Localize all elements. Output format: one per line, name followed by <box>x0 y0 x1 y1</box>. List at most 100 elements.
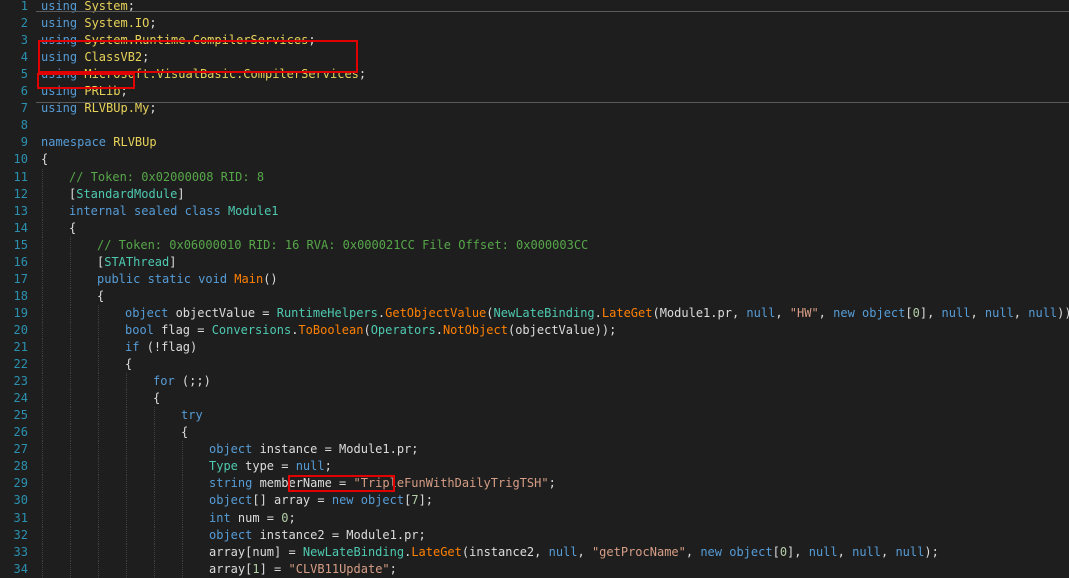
code-token: , <box>1013 305 1029 320</box>
code-line[interactable]: 2 using System.IO; <box>0 15 1069 32</box>
code-text: array[1] = "CLVB11Update"; <box>209 561 397 578</box>
line-number: 6 <box>20 84 28 99</box>
code-line[interactable]: 25 try <box>0 407 1069 425</box>
code-line[interactable]: 33 array[num] = NewLateBinding.LateGet(in… <box>0 543 1069 561</box>
code-token: ; <box>149 16 157 31</box>
line-number: 9 <box>20 135 28 150</box>
indent-guide <box>42 356 43 374</box>
line-number: 14 <box>13 220 28 235</box>
code-token: { <box>97 288 105 303</box>
code-line[interactable]: 17 public static void Main() <box>0 270 1069 288</box>
indent-guide <box>42 339 43 356</box>
line-number: 11 <box>13 169 28 184</box>
code-line[interactable]: 11 // Token: 0x02000008 RID: 8 <box>0 168 1069 186</box>
code-token: // Token: 0x02000008 RID: 8 <box>69 169 265 184</box>
code-line[interactable]: 28 Type type = null; <box>0 458 1069 476</box>
code-token: (;;) <box>181 374 211 389</box>
code-token: num = <box>237 510 282 525</box>
indent-guide <box>98 543 99 561</box>
indent-guide <box>70 253 71 271</box>
code-line[interactable]: 31 int num = 0; <box>0 509 1069 527</box>
indent-guide <box>98 356 99 374</box>
line-number: 23 <box>13 374 28 389</box>
code-line[interactable]: 16 [STAThread] <box>0 253 1069 271</box>
code-token: , <box>685 544 701 559</box>
code-line[interactable]: 30 object[] array = new object[7]; <box>0 492 1069 510</box>
code-token: type = <box>245 459 296 474</box>
code-token: )); <box>1057 305 1069 320</box>
indent-guide <box>182 492 183 510</box>
code-text: object[] array = new object[7]; <box>209 492 433 509</box>
code-token: ], <box>919 305 942 320</box>
code-token: NotObject <box>442 322 508 337</box>
indent-guide <box>42 253 43 271</box>
separator-line <box>36 102 1069 103</box>
code-token: (instance2, <box>461 544 549 559</box>
indent-guide <box>154 458 155 476</box>
separator-line <box>36 11 1069 12</box>
code-token: Type <box>209 459 246 474</box>
code-editor[interactable]: 1 using System; 2 using System.IO; 3 using Sy… <box>0 0 1069 578</box>
code-line[interactable]: 19 object objectValue = RuntimeHelpers. Ge… <box>0 304 1069 322</box>
code-line[interactable]: 34 array[1] = "CLVB11Update"; <box>0 560 1069 578</box>
indent-guide <box>154 526 155 544</box>
indent-guide <box>98 424 99 442</box>
code-token: { <box>153 391 161 406</box>
indent-guide <box>98 560 99 578</box>
code-line[interactable]: 9 namespace RLVBUp <box>0 134 1069 151</box>
code-line[interactable]: 21 if (!flag) <box>0 339 1069 356</box>
line-number: 34 <box>13 561 28 576</box>
code-token: for <box>153 374 182 389</box>
code-token: Conversions <box>211 322 292 337</box>
line-number: 10 <box>13 152 28 167</box>
code-line[interactable]: 24 { <box>0 390 1069 408</box>
code-text: [STAThread] <box>97 254 177 271</box>
code-line[interactable]: 18 { <box>0 287 1069 305</box>
indent-guide <box>70 543 71 561</box>
line-number: 28 <box>13 459 28 474</box>
code-line[interactable]: 26 { <box>0 424 1069 442</box>
indent-guide <box>42 202 43 220</box>
code-token: null <box>808 544 838 559</box>
indent-guide <box>98 373 99 391</box>
code-token: // Token: 0x06000010 RID: 16 RVA: 0x0000… <box>97 237 589 252</box>
line-number: 33 <box>13 544 28 559</box>
code-token: object <box>209 527 260 542</box>
indent-guide <box>42 321 43 339</box>
line-number: 32 <box>13 527 28 542</box>
code-token: ; <box>389 561 397 576</box>
line-number: 4 <box>20 50 28 65</box>
indent-guide <box>126 560 127 578</box>
line-number: 13 <box>13 203 28 218</box>
code-token: new object <box>700 544 773 559</box>
code-line[interactable]: 12 [StandardModule] <box>0 185 1069 203</box>
code-token: flag = <box>161 322 212 337</box>
code-token: ; <box>288 510 296 525</box>
code-line[interactable]: 13 internal sealed class Module1 <box>0 202 1069 220</box>
indent-guide <box>126 543 127 561</box>
code-text: int num = 0; <box>209 510 296 527</box>
code-line[interactable]: 8 <box>0 117 1069 134</box>
code-line[interactable]: 10 { <box>0 151 1069 168</box>
indent-guide <box>126 407 127 425</box>
code-line[interactable]: 22 { <box>0 356 1069 374</box>
code-token: using <box>41 101 85 116</box>
code-line[interactable]: 32 object instance2 = Module1.pr; <box>0 526 1069 544</box>
indent-guide <box>70 236 71 254</box>
code-line[interactable]: 6 using PRLib; <box>0 83 1069 100</box>
code-text: { <box>97 288 104 305</box>
code-line[interactable]: 20 bool flag = Conversions. ToBoolean(Oper… <box>0 321 1069 339</box>
indent-guide <box>42 424 43 442</box>
code-text: object instance = Module1.pr; <box>209 441 419 458</box>
code-token: null <box>548 544 578 559</box>
code-line[interactable]: 1 using System; <box>0 0 1069 15</box>
code-token: 1 <box>252 561 260 576</box>
code-line[interactable]: 23 for (;;) <box>0 373 1069 391</box>
code-token: object <box>209 442 260 457</box>
indent-guide <box>154 441 155 459</box>
indent-guide <box>70 509 71 527</box>
code-line[interactable]: 14 { <box>0 219 1069 237</box>
code-line[interactable]: 15 // Token: 0x06000010 RID: 16 RVA: 0x00… <box>0 236 1069 254</box>
code-line[interactable]: 27 object instance = Module1.pr; <box>0 441 1069 459</box>
code-line[interactable]: 29 string memberName = "TripleFunWithDail… <box>0 475 1069 493</box>
